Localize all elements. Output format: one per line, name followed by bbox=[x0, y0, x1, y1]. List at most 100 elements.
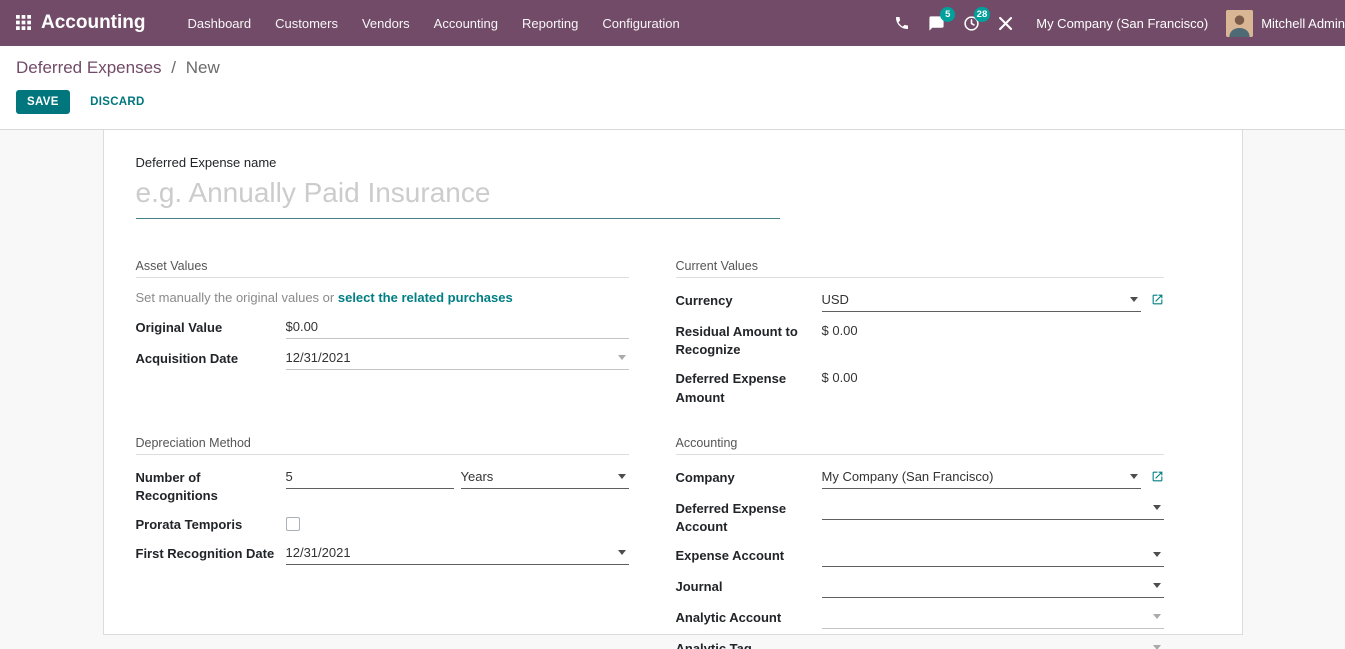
accounting-title: Accounting bbox=[676, 436, 1164, 455]
menu-accounting[interactable]: Accounting bbox=[422, 10, 510, 37]
activities-badge: 28 bbox=[974, 7, 991, 22]
menu-reporting[interactable]: Reporting bbox=[510, 10, 590, 37]
form-sheet: Deferred Expense name Asset Values Set m… bbox=[103, 130, 1243, 635]
chevron-down-icon bbox=[618, 355, 626, 360]
app-name[interactable]: Accounting bbox=[41, 12, 146, 34]
field-row-number-of-recognitions: Number of Recognitions Years bbox=[136, 467, 629, 505]
main-menu: Dashboard Customers Vendors Accounting R… bbox=[176, 10, 692, 37]
save-button[interactable]: SAVE bbox=[16, 90, 70, 114]
expense-account-label: Expense Account bbox=[676, 545, 822, 567]
chevron-down-icon bbox=[1153, 583, 1161, 588]
company-value: My Company (San Francisco) bbox=[822, 469, 1124, 484]
company-switcher[interactable]: My Company (San Francisco) bbox=[1036, 16, 1208, 31]
journal-label: Journal bbox=[676, 576, 822, 598]
top-navbar: Accounting Dashboard Customers Vendors A… bbox=[0, 0, 1345, 46]
messages-icon[interactable]: 5 bbox=[919, 11, 954, 36]
breadcrumb: Deferred Expenses / New bbox=[16, 58, 1329, 78]
recognition-period-value: Years bbox=[461, 469, 612, 484]
select-related-purchases-link[interactable]: select the related purchases bbox=[338, 290, 513, 305]
discard-button[interactable]: DISCARD bbox=[90, 96, 145, 108]
number-of-recognitions-input[interactable] bbox=[286, 467, 454, 489]
menu-dashboard[interactable]: Dashboard bbox=[176, 10, 264, 37]
original-value-input[interactable] bbox=[286, 317, 629, 339]
analytic-account-select[interactable] bbox=[822, 607, 1164, 629]
field-row-acquisition-date: Acquisition Date 12/31/2021 bbox=[136, 348, 629, 370]
chevron-down-icon bbox=[1130, 474, 1138, 479]
apps-menu-button[interactable] bbox=[8, 9, 41, 37]
control-panel-buttons: SAVE DISCARD bbox=[16, 90, 1329, 114]
deferred-expense-name-input[interactable] bbox=[136, 172, 780, 219]
field-row-company: Company My Company (San Francisco) bbox=[676, 467, 1164, 489]
tools-icon[interactable] bbox=[989, 12, 1022, 35]
chevron-down-icon bbox=[618, 474, 626, 479]
currency-label: Currency bbox=[676, 290, 822, 312]
journal-select[interactable] bbox=[822, 576, 1164, 598]
breadcrumb-deferred-expenses[interactable]: Deferred Expenses bbox=[16, 58, 162, 77]
asset-values-title: Asset Values bbox=[136, 259, 629, 278]
apps-grid-icon bbox=[16, 18, 31, 33]
acquisition-date-value: 12/31/2021 bbox=[286, 350, 612, 365]
section-current-values: Current Values Currency USD Residua bbox=[676, 259, 1164, 416]
expense-account-select[interactable] bbox=[822, 545, 1164, 567]
company-select[interactable]: My Company (San Francisco) bbox=[822, 467, 1141, 489]
menu-vendors[interactable]: Vendors bbox=[350, 10, 422, 37]
section-asset-values: Asset Values Set manually the original v… bbox=[136, 259, 629, 416]
analytic-account-label: Analytic Account bbox=[676, 607, 822, 629]
field-row-expense-account: Expense Account bbox=[676, 545, 1164, 567]
currency-value: USD bbox=[822, 292, 1124, 307]
chevron-down-icon bbox=[618, 550, 626, 555]
depreciation-method-title: Depreciation Method bbox=[136, 436, 629, 455]
field-row-first-recognition-date: First Recognition Date 12/31/2021 bbox=[136, 543, 629, 565]
currency-select[interactable]: USD bbox=[822, 290, 1141, 312]
field-row-prorata-temporis: Prorata Temporis bbox=[136, 514, 629, 534]
chevron-down-icon bbox=[1130, 297, 1138, 302]
first-recognition-date-label: First Recognition Date bbox=[136, 543, 286, 565]
section-depreciation-method: Depreciation Method Number of Recognitio… bbox=[136, 436, 629, 649]
menu-customers[interactable]: Customers bbox=[263, 10, 350, 37]
field-row-deferred-expense-account: Deferred Expense Account bbox=[676, 498, 1164, 536]
content-background: Deferred Expense name Asset Values Set m… bbox=[0, 130, 1345, 649]
chevron-down-icon bbox=[1153, 552, 1161, 557]
external-link-icon[interactable] bbox=[1151, 290, 1164, 311]
acquisition-date-label: Acquisition Date bbox=[136, 348, 286, 370]
external-link-icon[interactable] bbox=[1151, 467, 1164, 488]
breadcrumb-current: New bbox=[186, 58, 220, 77]
prorata-temporis-label: Prorata Temporis bbox=[136, 514, 286, 534]
original-value-label: Original Value bbox=[136, 317, 286, 339]
first-recognition-date-select[interactable]: 12/31/2021 bbox=[286, 543, 629, 565]
asset-values-hint: Set manually the original values or sele… bbox=[136, 290, 629, 305]
first-recognition-date-value: 12/31/2021 bbox=[286, 545, 612, 560]
systray: 5 28 My Company (San Francisco) Mitchell… bbox=[885, 10, 1345, 37]
company-label: Company bbox=[676, 467, 822, 489]
recognition-period-select[interactable]: Years bbox=[461, 467, 629, 489]
field-row-analytic-account: Analytic Account bbox=[676, 607, 1164, 629]
chevron-down-icon bbox=[1153, 645, 1161, 649]
menu-configuration[interactable]: Configuration bbox=[590, 10, 691, 37]
user-menu[interactable]: Mitchell Admin bbox=[1261, 16, 1345, 31]
acquisition-date-select[interactable]: 12/31/2021 bbox=[286, 348, 629, 370]
residual-amount-value: $ 0.00 bbox=[822, 321, 858, 338]
field-row-original-value: Original Value bbox=[136, 317, 629, 339]
deferred-expense-name-label: Deferred Expense name bbox=[136, 155, 1242, 170]
chevron-down-icon bbox=[1153, 505, 1161, 510]
analytic-tag-select[interactable] bbox=[822, 638, 1164, 649]
field-row-analytic-tag: Analytic Tag bbox=[676, 638, 1164, 649]
activities-clock-icon[interactable]: 28 bbox=[954, 11, 989, 36]
field-row-journal: Journal bbox=[676, 576, 1164, 598]
name-block: Deferred Expense name bbox=[136, 155, 1242, 219]
control-panel: Deferred Expenses / New SAVE DISCARD bbox=[0, 46, 1345, 130]
prorata-temporis-checkbox[interactable] bbox=[286, 517, 300, 531]
residual-amount-label: Residual Amount to Recognize bbox=[676, 321, 822, 359]
hint-text: Set manually the original values or bbox=[136, 290, 335, 305]
breadcrumb-separator: / bbox=[171, 58, 176, 77]
messages-badge: 5 bbox=[940, 7, 955, 22]
deferred-expense-account-select[interactable] bbox=[822, 498, 1164, 520]
deferred-expense-amount-value: $ 0.00 bbox=[822, 368, 858, 385]
deferred-expense-account-label: Deferred Expense Account bbox=[676, 498, 822, 536]
field-row-currency: Currency USD bbox=[676, 290, 1164, 312]
deferred-expense-amount-label: Deferred Expense Amount bbox=[676, 368, 822, 406]
analytic-tag-label: Analytic Tag bbox=[676, 638, 822, 649]
section-accounting: Accounting Company My Company (San Franc… bbox=[676, 436, 1164, 649]
avatar[interactable] bbox=[1226, 10, 1253, 37]
phone-icon[interactable] bbox=[885, 11, 919, 35]
